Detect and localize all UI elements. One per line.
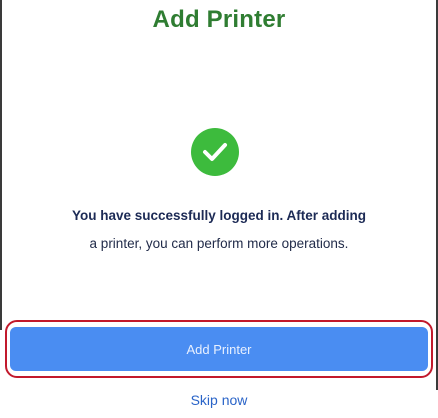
page-title: Add Printer xyxy=(152,6,286,33)
add-printer-button[interactable]: Add Printer xyxy=(10,327,428,371)
check-mark-glyph xyxy=(203,143,227,161)
success-message: You have successfully logged in. After a… xyxy=(20,202,418,258)
success-message-line1: You have successfully logged in. After a… xyxy=(71,208,367,223)
add-printer-screen: Add Printer You have successfully logged… xyxy=(0,0,438,418)
frame-border-left xyxy=(0,0,2,330)
success-message-line2: a printer, you can perform more operatio… xyxy=(89,236,349,251)
check-icon xyxy=(191,128,239,176)
skip-now-link[interactable]: Skip now xyxy=(0,392,438,408)
